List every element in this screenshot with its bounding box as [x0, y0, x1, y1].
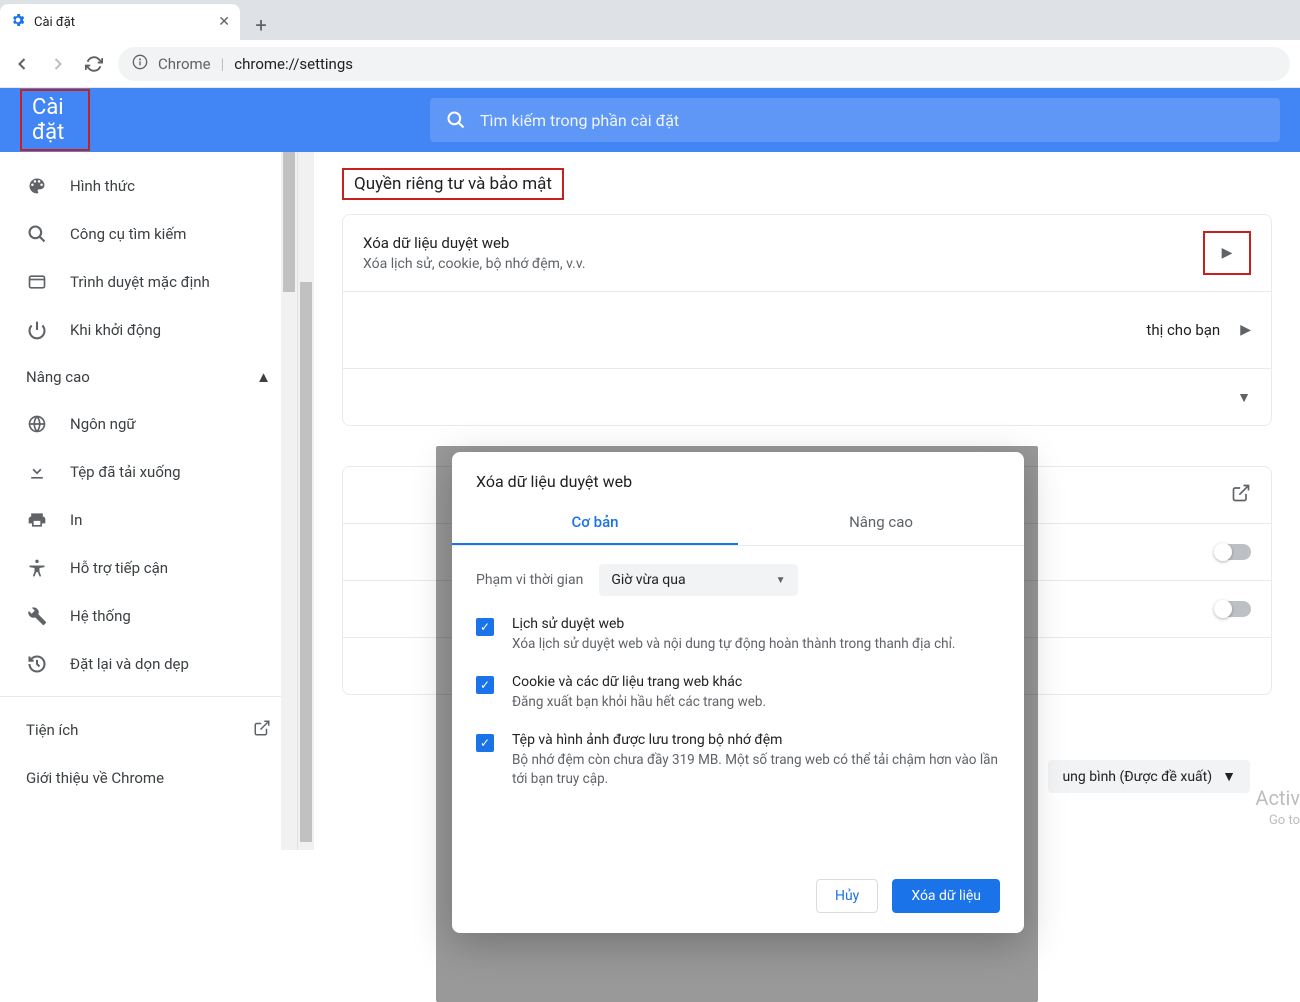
globe-icon: [26, 414, 48, 434]
windows-watermark: Activ: [1255, 786, 1300, 810]
sidebar-item-downloads[interactable]: Tệp đã tải xuống: [0, 448, 297, 496]
wrench-icon: [26, 606, 48, 626]
browser-toolbar: Chrome | chrome://settings: [0, 40, 1300, 88]
page-title: Cài đặt: [20, 89, 90, 151]
download-icon: [26, 462, 48, 482]
chevron-right-icon: ▶: [1222, 245, 1233, 261]
settings-row-partial[interactable]: thị cho bạn ▶: [343, 292, 1271, 369]
check-title: Lịch sử duyệt web: [512, 616, 955, 632]
settings-row-expand[interactable]: ▼: [343, 369, 1271, 425]
chevron-down-icon: ▼: [1237, 389, 1251, 406]
checkbox-row-cache: ✓ Tệp và hình ảnh được lưu trong bộ nhớ …: [452, 722, 1024, 799]
clear-browsing-data-row[interactable]: Xóa dữ liệu duyệt web Xóa lịch sử, cooki…: [343, 215, 1271, 292]
dialog-title: Xóa dữ liệu duyệt web: [452, 452, 1024, 501]
toggle-switch[interactable]: [1215, 601, 1251, 617]
sidebar-item-appearance[interactable]: Hình thức: [0, 162, 297, 210]
highlighted-arrow: ▶: [1203, 231, 1251, 275]
print-icon: [26, 510, 48, 530]
url-divider: |: [221, 55, 225, 73]
settings-search[interactable]: [430, 98, 1280, 142]
row-title: Xóa dữ liệu duyệt web: [363, 234, 1203, 252]
new-tab-button[interactable]: +: [246, 10, 276, 40]
row-subtitle: Xóa lịch sử, cookie, bộ nhớ đệm, v.v.: [363, 256, 1203, 272]
site-info-icon[interactable]: [132, 54, 148, 74]
gear-icon: [10, 12, 26, 32]
settings-header: Cài đặt: [0, 88, 1300, 152]
chevron-right-icon: ▶: [1240, 322, 1251, 338]
checkbox-cookies[interactable]: ✓: [476, 676, 494, 694]
dropdown-triangle-icon: ▼: [776, 575, 786, 586]
sidebar-item-language[interactable]: Ngôn ngữ: [0, 400, 297, 448]
sidebar-item-extensions[interactable]: Tiện ích: [0, 705, 297, 755]
sidebar-item-search[interactable]: Công cụ tìm kiếm: [0, 210, 297, 258]
power-icon: [26, 320, 48, 340]
checkbox-row-history: ✓ Lịch sử duyệt web Xóa lịch sử duyệt we…: [452, 606, 1024, 664]
search-input[interactable]: [480, 111, 1264, 130]
sidebar-label: Công cụ tìm kiếm: [70, 225, 186, 243]
check-title: Cookie và các dữ liệu trang web khác: [512, 674, 766, 690]
back-button[interactable]: [10, 52, 34, 76]
address-bar[interactable]: Chrome | chrome://settings: [118, 47, 1290, 81]
checkbox-row-cookies: ✓ Cookie và các dữ liệu trang web khác Đ…: [452, 664, 1024, 722]
sidebar-label: Trình duyệt mặc định: [70, 273, 210, 291]
check-sub: Đăng xuất bạn khỏi hầu hết các trang web…: [512, 693, 766, 712]
forward-button[interactable]: [46, 52, 70, 76]
cancel-button[interactable]: Hủy: [816, 879, 878, 913]
palette-icon: [26, 176, 48, 196]
search-icon: [446, 110, 466, 130]
checkbox-history[interactable]: ✓: [476, 618, 494, 636]
sidebar-label: Khi khởi động: [70, 321, 161, 339]
time-range-label: Phạm vi thời gian: [476, 572, 583, 588]
row-partial-text: thị cho bạn: [1146, 321, 1220, 339]
open-external-icon: [253, 719, 271, 741]
time-range-select[interactable]: Giờ vừa qua ▼: [599, 564, 797, 596]
close-icon[interactable]: ✕: [218, 14, 230, 30]
search-icon: [26, 224, 48, 244]
sidebar-item-default-browser[interactable]: Trình duyệt mặc định: [0, 258, 297, 306]
sidebar-advanced-toggle[interactable]: Nâng cao ▲: [0, 354, 297, 400]
sidebar-label: Tệp đã tải xuống: [70, 463, 181, 481]
font-size-select[interactable]: ung bình (Được đề xuất) ▼: [1048, 760, 1250, 793]
sidebar-item-system[interactable]: Hệ thống: [0, 592, 297, 640]
privacy-card: Xóa dữ liệu duyệt web Xóa lịch sử, cooki…: [342, 214, 1272, 426]
sidebar-item-about[interactable]: Giới thiệu về Chrome: [0, 755, 297, 801]
sidebar: Hình thức Công cụ tìm kiếm Trình duyệt m…: [0, 152, 298, 850]
browser-tab[interactable]: Cài đặt ✕: [0, 4, 240, 40]
check-sub: Bộ nhớ đệm còn chưa đầy 319 MB. Một số t…: [512, 751, 1000, 789]
chevron-up-icon: ▲: [256, 368, 271, 386]
check-sub: Xóa lịch sử duyệt web và nội dung tự độn…: [512, 635, 955, 654]
sidebar-scrollbar[interactable]: [281, 152, 297, 850]
sidebar-label: Hình thức: [70, 177, 135, 195]
tab-basic[interactable]: Cơ bản: [452, 501, 738, 545]
section-title-privacy: Quyền riêng tư và bảo mật: [342, 168, 564, 200]
accessibility-icon: [26, 558, 48, 578]
tab-advanced[interactable]: Nâng cao: [738, 501, 1024, 545]
dialog-tabs: Cơ bản Nâng cao: [452, 501, 1024, 546]
open-external-icon: [1231, 483, 1251, 507]
sidebar-item-print[interactable]: In: [0, 496, 297, 544]
tab-title: Cài đặt: [34, 15, 75, 30]
clear-data-dialog: Xóa dữ liệu duyệt web Cơ bản Nâng cao Ph…: [452, 452, 1024, 933]
sidebar-label: Hỗ trợ tiếp cận: [70, 559, 168, 577]
reload-button[interactable]: [82, 52, 106, 76]
check-title: Tệp và hình ảnh được lưu trong bộ nhớ đệ…: [512, 732, 1000, 748]
tab-strip: Cài đặt ✕ +: [0, 0, 1300, 40]
clear-data-button[interactable]: Xóa dữ liệu: [892, 879, 1000, 913]
sidebar-item-reset[interactable]: Đặt lại và dọn dẹp: [0, 640, 297, 688]
url-path: chrome://settings: [234, 55, 353, 73]
sidebar-item-startup[interactable]: Khi khởi động: [0, 306, 297, 354]
sidebar-label: Hệ thống: [70, 607, 131, 625]
sidebar-item-accessibility[interactable]: Hỗ trợ tiếp cận: [0, 544, 297, 592]
content-scrollbar[interactable]: [298, 152, 314, 850]
checkbox-cache[interactable]: ✓: [476, 734, 494, 752]
url-prefix: Chrome: [158, 55, 211, 73]
dropdown-triangle-icon: ▼: [1222, 768, 1236, 785]
sidebar-label: Ngôn ngữ: [70, 415, 136, 433]
browser-icon: [26, 272, 48, 292]
sidebar-label: Đặt lại và dọn dẹp: [70, 655, 189, 673]
restore-icon: [26, 654, 48, 674]
windows-watermark-sub: Go to: [1269, 813, 1300, 828]
toggle-switch[interactable]: [1215, 544, 1251, 560]
sidebar-label: In: [70, 511, 82, 529]
